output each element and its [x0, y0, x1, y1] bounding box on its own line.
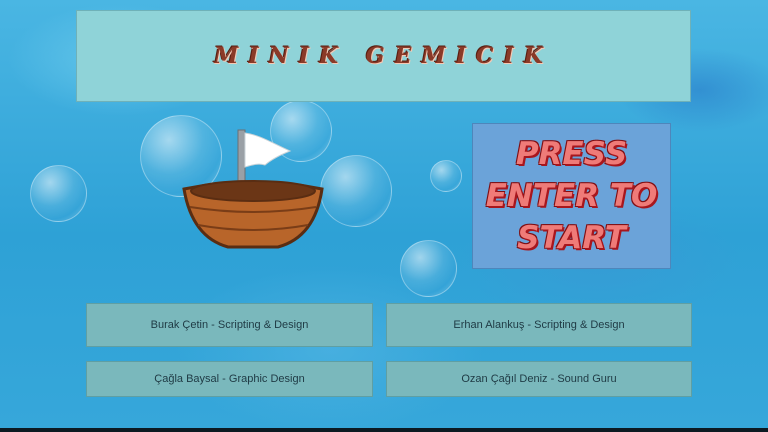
bubble — [430, 160, 462, 192]
credit-panel: Burak Çetin - Scripting & Design — [86, 303, 373, 347]
credit-text: Erhan Alankuş - Scripting & Design — [453, 319, 625, 331]
bottom-bar — [0, 428, 768, 432]
credit-panel: Ozan Çağıl Deniz - Sound Guru — [386, 361, 692, 397]
boat-icon — [182, 129, 324, 249]
bubble — [320, 155, 392, 227]
start-prompt-text: PRESS ENTER TO START — [485, 136, 658, 256]
credit-text: Ozan Çağıl Deniz - Sound Guru — [461, 373, 617, 385]
bubble — [400, 240, 457, 297]
credit-text: Burak Çetin - Scripting & Design — [150, 319, 309, 331]
credit-panel: Erhan Alankuş - Scripting & Design — [386, 303, 692, 347]
start-prompt-panel[interactable]: PRESS ENTER TO START — [472, 123, 671, 269]
game-title: MINIK GEMICIK — [214, 43, 553, 69]
flag-icon — [244, 132, 292, 168]
title-panel: MINIK GEMICIK — [76, 10, 691, 102]
credit-panel: Çağla Baysal - Graphic Design — [86, 361, 373, 397]
bubble — [30, 165, 87, 222]
credit-text: Çağla Baysal - Graphic Design — [154, 373, 305, 385]
